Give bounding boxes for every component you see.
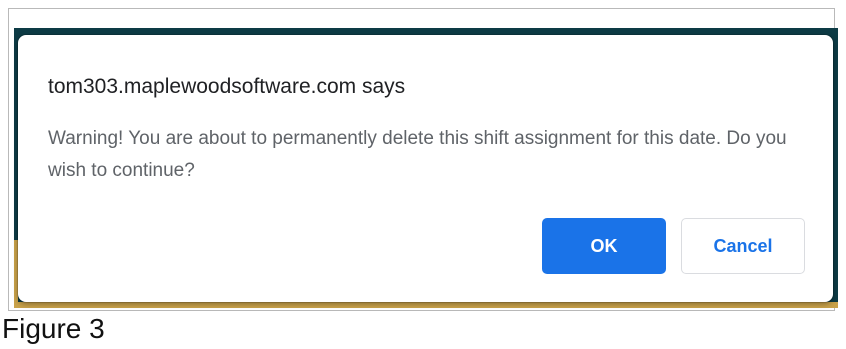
cancel-button[interactable]: Cancel — [681, 218, 805, 274]
dialog-title: tom303.maplewoodsoftware.com says — [48, 75, 406, 98]
dialog-message: Warning! You are about to permanently de… — [48, 128, 787, 181]
confirm-dialog: tom303.maplewoodsoftware.com says Warnin… — [18, 35, 833, 302]
ok-button[interactable]: OK — [542, 218, 666, 274]
figure-caption: Figure 3 — [2, 313, 105, 344]
